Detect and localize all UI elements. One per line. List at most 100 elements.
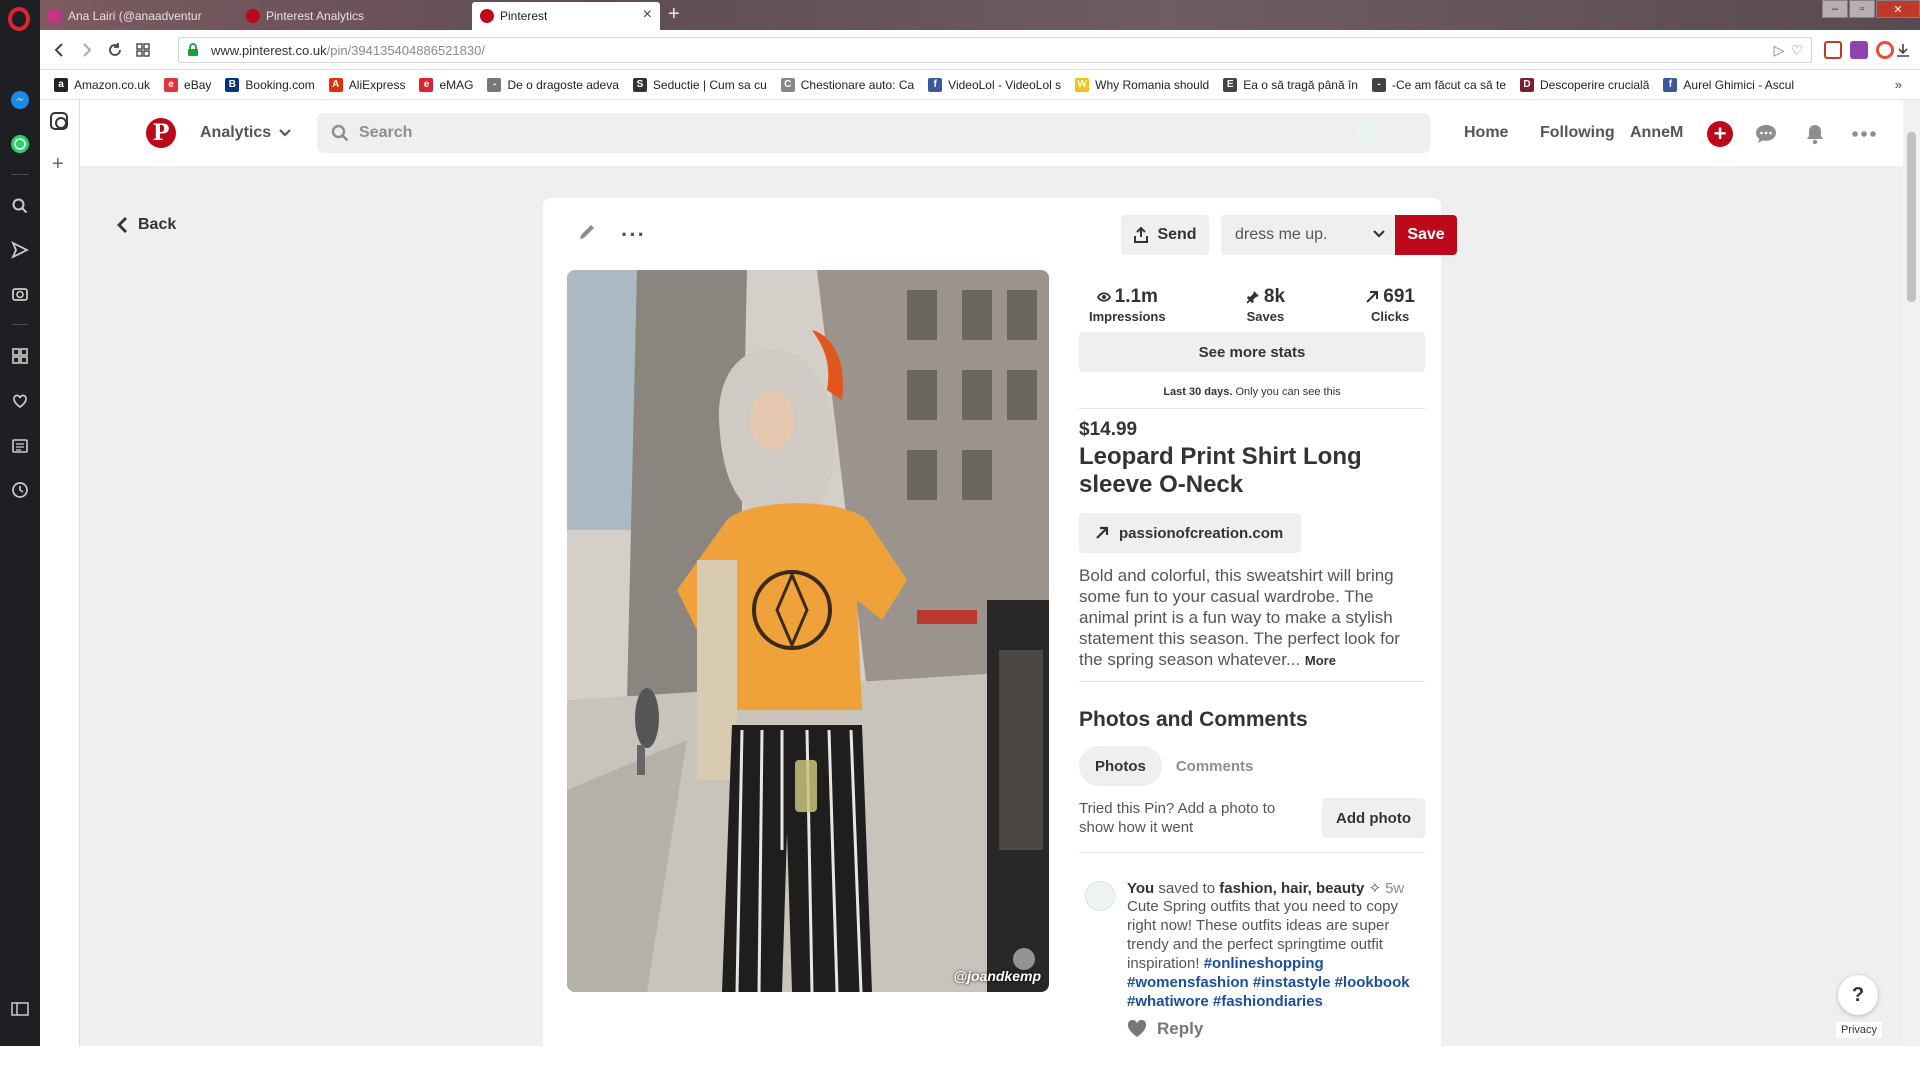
profile-link[interactable]: AnneM [1630,124,1683,142]
avatar[interactable] [1085,881,1115,911]
maximize-button[interactable]: ▫ [1849,0,1875,18]
bookmark-item[interactable]: e eBay [164,77,211,92]
bookmark-favicon-icon: - [1371,77,1386,92]
hashtag-link[interactable]: #lookbook [1335,974,1410,991]
avatar[interactable] [1357,122,1377,142]
search-input[interactable]: Search [317,113,1430,153]
scrollbar-thumb[interactable] [1907,132,1916,302]
bookmark-heart-icon[interactable]: ♡ [1790,42,1803,59]
website-link[interactable]: passionofcreation.com [1079,513,1302,553]
bookmarks-overflow-icon[interactable]: » [1895,77,1902,92]
privacy-link[interactable]: Privacy [1836,1022,1882,1038]
analytics-menu[interactable]: Analytics [200,124,291,142]
address-bar: www.pinterest.co.uk/pin/3941354048865218… [40,30,1920,70]
bookmark-item[interactable]: C Chestionare auto: Ca [780,77,914,92]
bookmark-item[interactable]: - -Ce am făcut ca să te [1371,77,1506,92]
home-link[interactable]: Home [1464,124,1508,142]
bookmark-item[interactable]: f Aurel Ghimici - Ascul [1663,77,1795,92]
search-icon [331,124,349,142]
bookmark-item[interactable]: S Seductie | Cum sa cu [632,77,767,92]
more-link[interactable]: More [1305,653,1336,668]
opera-logo-icon[interactable] [8,7,30,31]
activity-time: 5w [1385,880,1405,897]
expand-icon[interactable] [1013,948,1035,970]
bookmark-item[interactable]: f VideoLol - VideoLol s [928,77,1061,92]
pinterest-logo-icon[interactable]: P [146,118,176,148]
reply-button[interactable]: Reply [1127,1019,1425,1039]
hashtag-link[interactable]: #fashiondiaries [1213,993,1323,1010]
sidebar-toggle-icon[interactable] [8,997,32,1021]
hashtag-link[interactable]: #womensfashion [1127,974,1249,991]
bookmark-label: AliExpress [348,77,406,92]
heart-icon[interactable] [8,389,32,413]
extension-icon[interactable] [1824,41,1842,59]
bookmark-item[interactable]: D Descoperire crucială [1520,77,1649,92]
forward-nav-icon[interactable] [76,39,98,61]
bookmark-item[interactable]: A AliExpress [328,77,406,92]
messages-icon[interactable] [1753,121,1779,147]
back-nav-icon[interactable] [48,39,70,61]
tab-photos[interactable]: Photos [1079,746,1162,786]
notifications-bell-icon[interactable] [1802,121,1828,147]
create-plus-icon[interactable]: + [1707,121,1733,147]
add-panel-icon[interactable]: + [52,154,64,174]
reload-icon[interactable] [104,39,126,61]
whatsapp-icon[interactable] [8,132,32,156]
hashtag-link[interactable]: #onlineshopping [1204,955,1324,972]
history-icon[interactable] [8,478,32,502]
activity-user[interactable]: You [1127,880,1154,897]
close-tab-icon[interactable]: × [643,7,652,23]
instagram-sidebar: + [40,100,80,1046]
board-select[interactable]: dress me up. [1221,215,1395,255]
bookmark-item[interactable]: a Amazon.co.uk [54,77,150,92]
bookmark-item[interactable]: W Why Romania should [1075,77,1209,92]
more-options-icon[interactable] [1851,121,1877,147]
following-link[interactable]: Following [1540,124,1615,142]
snap-icon[interactable]: ▷ [1774,42,1785,59]
hashtag-link[interactable]: #whatiwore [1127,993,1209,1010]
save-button[interactable]: Save [1395,215,1457,255]
tab-instagram[interactable]: Ana Lairi (@anaadventur [40,2,236,30]
bookmark-label: Aurel Ghimici - Ascul [1683,77,1795,92]
speed-dial-icon[interactable] [8,344,32,368]
bookmark-item[interactable]: - De o dragoste adeva [487,77,619,92]
download-icon[interactable] [1892,39,1914,61]
extension-icon[interactable] [1850,41,1868,59]
bookmark-item[interactable]: E Ea o să tragă până în [1223,77,1358,92]
hashtag-link[interactable]: #instastyle [1253,974,1331,991]
pin-image[interactable]: @joandkemp [567,270,1049,992]
bookmark-favicon-icon: B [225,77,240,92]
page-scrollbar[interactable] [1903,100,1920,1046]
tab-pinterest-analytics[interactable]: Pinterest Analytics [238,2,470,30]
close-window-button[interactable]: ✕ [1876,0,1920,18]
see-more-stats-button[interactable]: See more stats [1079,332,1425,372]
tab-comments[interactable]: Comments [1176,758,1254,775]
activity-board-link[interactable]: fashion, hair, beauty [1219,880,1364,897]
pin-more-icon[interactable]: ··· [621,222,646,248]
tab-label: Pinterest Analytics [266,9,365,23]
bookmark-favicon-icon: a [54,77,68,92]
pin-photo [567,270,1049,992]
stat-impressions: 1.1m Impressions [1089,286,1166,324]
minimize-button[interactable]: – [1822,0,1848,18]
tab-pinterest[interactable]: Pinterest × [472,2,660,30]
url-field[interactable]: www.pinterest.co.uk/pin/3941354048865218… [178,37,1812,63]
bookmark-item[interactable]: B Booking.com [225,77,315,92]
send-button[interactable]: Send [1121,215,1209,255]
camera-icon[interactable] [8,282,32,306]
messenger-icon[interactable] [8,88,32,112]
send-icon[interactable] [8,238,32,262]
add-photo-button[interactable]: Add photo [1322,798,1425,838]
edit-pencil-icon[interactable] [577,222,597,247]
new-tab-button[interactable]: + [668,4,680,24]
instagram-icon[interactable] [50,112,68,130]
news-icon[interactable] [8,434,32,458]
bookmark-item[interactable]: e eMAG [419,77,473,92]
bookmark-favicon-icon: - [487,77,502,92]
chevron-down-icon [279,129,291,137]
instagram-favicon-icon [48,9,62,23]
tabs-grid-icon[interactable] [132,39,154,61]
search-icon[interactable] [8,194,32,218]
back-button[interactable]: Back [116,216,176,234]
help-button[interactable]: ? [1838,975,1878,1015]
